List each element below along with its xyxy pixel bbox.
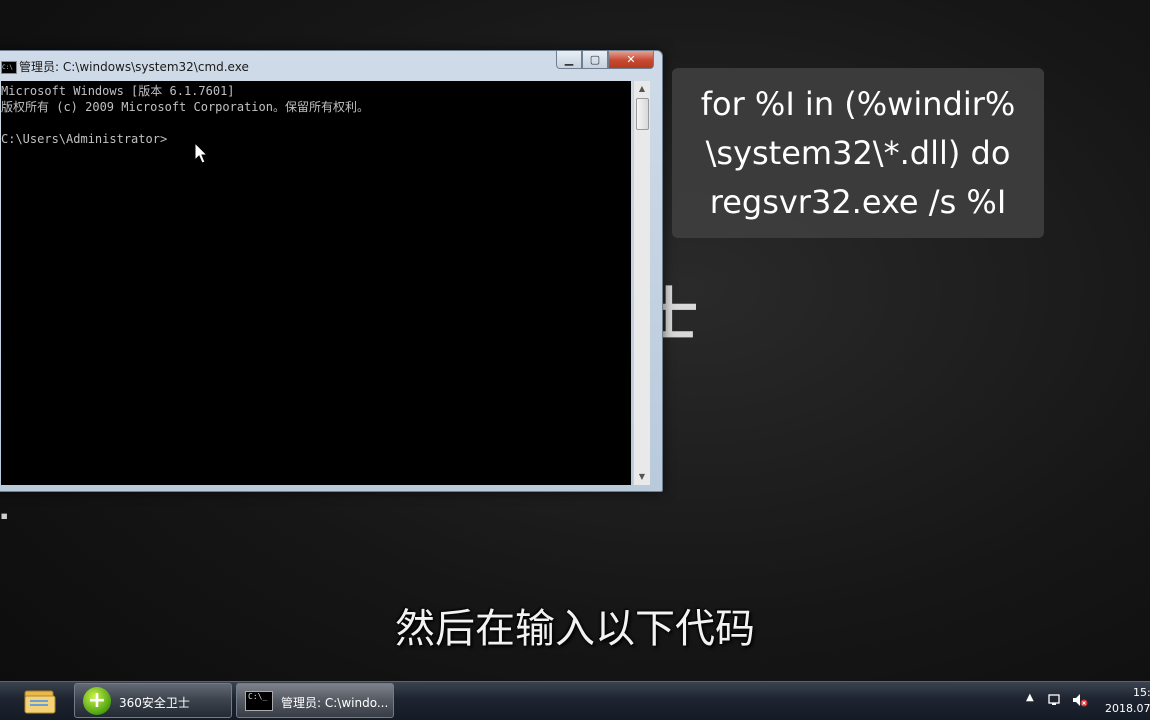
code-overlay: for %I in (%windir% \system32\*.dll) do … (672, 68, 1044, 238)
scroll-up-icon[interactable]: ▲ (634, 81, 650, 97)
video-subtitle: 然后在输入以下代码 (395, 606, 755, 652)
caption-buttons: ▁ ▢ ✕ (556, 51, 654, 71)
cmd-window-icon[interactable]: C:\ (1, 61, 17, 74)
mouse-pointer-icon (194, 141, 209, 164)
code-line: for %I in (%windir% (700, 85, 1016, 123)
clock-time: 15: (1133, 686, 1150, 699)
360-shield-icon: + (83, 687, 111, 715)
vertical-scrollbar[interactable]: ▲ ▼ (633, 81, 650, 485)
code-line: \system32\*.dll) do (705, 134, 1011, 172)
volume-muted-icon[interactable] (1072, 693, 1088, 707)
taskbar-item-360[interactable]: + 360安全卫士 (74, 683, 232, 718)
maximize-button[interactable]: ▢ (582, 51, 608, 69)
file-explorer-icon[interactable] (22, 687, 58, 715)
cmd-window[interactable]: C:\ 管理员: C:\windows\system32\cmd.exe ▁ ▢… (0, 50, 663, 492)
scroll-down-icon[interactable]: ▼ (634, 469, 650, 485)
taskbar-item-cmd[interactable]: C:\_ 管理员: C:\windo... (236, 683, 394, 718)
show-hidden-icons-icon[interactable]: ▲ (1026, 692, 1034, 703)
clock-date: 2018.07 (1105, 702, 1150, 715)
window-title: 管理员: C:\windows\system32\cmd.exe (19, 60, 249, 74)
network-icon[interactable] (1048, 692, 1062, 706)
console-line: 版权所有 (c) 2009 Microsoft Corporation。保留所有… (1, 100, 369, 114)
system-clock[interactable]: 15: 2018.07 (1098, 685, 1150, 717)
window-titlebar[interactable]: C:\ 管理员: C:\windows\system32\cmd.exe ▁ ▢… (0, 51, 662, 79)
console-prompt[interactable]: C:\Users\Administrator> (1, 131, 631, 147)
desktop-icon-fragment: ▪ (0, 508, 9, 524)
code-line: regsvr32.exe /s %I (709, 183, 1007, 221)
taskbar-item-label: 管理员: C:\windo... (281, 696, 389, 710)
close-button[interactable]: ✕ (608, 51, 654, 69)
cmd-icon: C:\_ (245, 691, 273, 711)
taskbar-item-label: 360安全卫士 (119, 696, 190, 710)
scrollbar-thumb[interactable] (636, 98, 649, 130)
taskbar: + 360安全卫士 C:\_ 管理员: C:\windo... ▲ 15: 20… (0, 681, 1150, 720)
console-line: Microsoft Windows [版本 6.1.7601] (1, 84, 235, 98)
minimize-button[interactable]: ▁ (556, 51, 582, 69)
console-output[interactable]: Microsoft Windows [版本 6.1.7601] 版权所有 (c)… (1, 81, 631, 485)
